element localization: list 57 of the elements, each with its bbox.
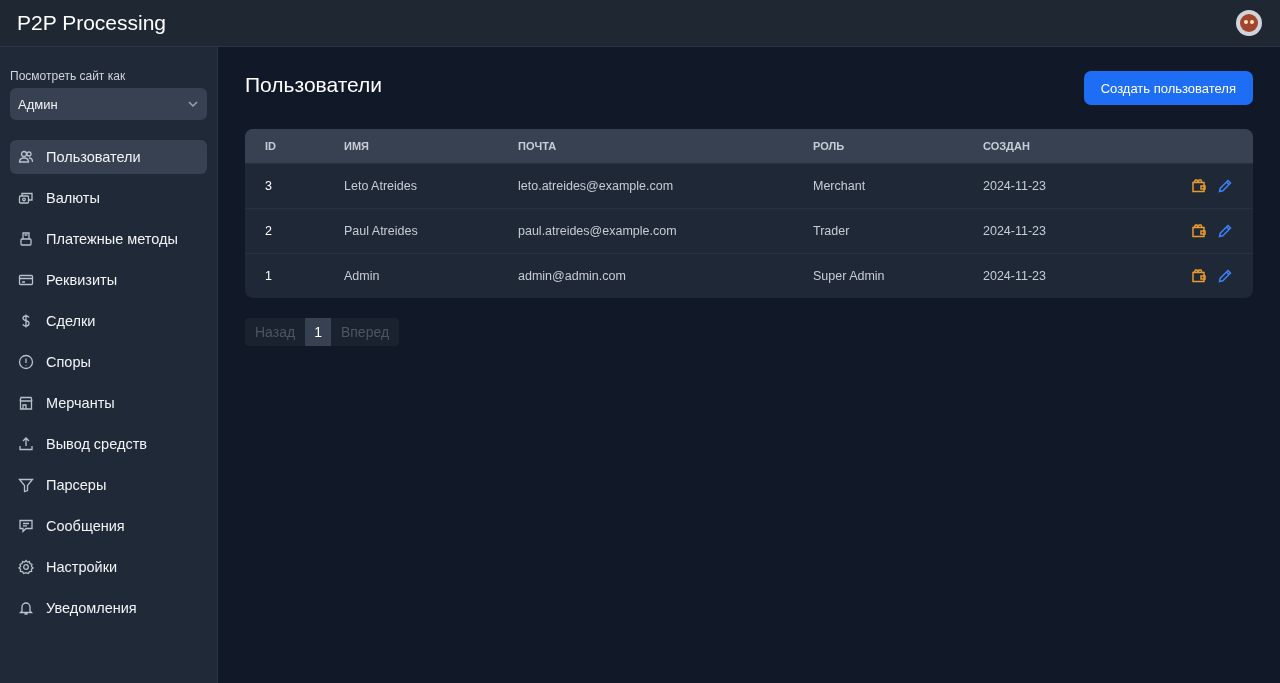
sidebar-item[interactable]: Сделки bbox=[10, 304, 207, 338]
create-user-button[interactable]: Создать пользователя bbox=[1083, 71, 1253, 105]
table-cell-text: Admin bbox=[344, 269, 381, 283]
register-icon bbox=[18, 231, 34, 247]
page-number-button[interactable]: 1 bbox=[305, 318, 331, 346]
table-cell-text: Paul Atreides bbox=[344, 224, 419, 238]
pencil-icon[interactable] bbox=[1217, 268, 1233, 284]
sidebar-item[interactable]: Пользователи bbox=[10, 140, 207, 174]
gear-icon bbox=[18, 559, 34, 575]
table-cell-text: 2024-11-23 bbox=[983, 224, 1047, 238]
column-header: ID bbox=[265, 140, 277, 152]
table-cell-text: 1 bbox=[265, 269, 273, 283]
sidebar-item[interactable]: Платежные методы bbox=[10, 222, 207, 256]
table-cell-text: admin@admin.com bbox=[518, 269, 627, 283]
upload-icon bbox=[18, 436, 34, 452]
sidebar-item[interactable]: Реквизиты bbox=[10, 263, 207, 297]
avatar-icon[interactable] bbox=[1235, 9, 1263, 37]
page-title: Пользователи bbox=[245, 73, 383, 98]
table-cell-text: Super Admin bbox=[813, 269, 886, 283]
view-as-select[interactable]: Админ bbox=[10, 88, 207, 120]
sidebar-item[interactable]: Споры bbox=[10, 345, 207, 379]
table-cell-text: 2024-11-23 bbox=[983, 179, 1047, 193]
bell-icon bbox=[18, 600, 34, 616]
pencil-icon[interactable] bbox=[1217, 223, 1233, 239]
sidebar-item[interactable]: Парсеры bbox=[10, 468, 207, 502]
column-header: СОЗДАН bbox=[983, 140, 1031, 152]
table-cell-text: Trader bbox=[813, 224, 851, 238]
chevron-down-icon bbox=[187, 98, 199, 110]
column-header: РОЛЬ bbox=[813, 140, 846, 152]
table-cell-text: 3 bbox=[265, 179, 273, 193]
store-icon bbox=[18, 395, 34, 411]
sidebar-item[interactable]: Сообщения bbox=[10, 509, 207, 543]
sidebar-item[interactable]: Настройки bbox=[10, 550, 207, 584]
column-header: ПОЧТА bbox=[518, 140, 558, 152]
table-cell-text: leto.atreides@example.com bbox=[518, 179, 675, 193]
wallet-icon[interactable] bbox=[1191, 268, 1207, 284]
cash-icon bbox=[18, 190, 34, 206]
pencil-icon[interactable] bbox=[1217, 178, 1233, 194]
wallet-icon[interactable] bbox=[1191, 223, 1207, 239]
alert-icon bbox=[18, 354, 34, 370]
table-cell-text: paul.atreides@example.com bbox=[518, 224, 678, 238]
sidebar-item[interactable]: Вывод средств bbox=[10, 427, 207, 461]
sidebar-item[interactable]: Валюты bbox=[10, 181, 207, 215]
chat-icon bbox=[18, 518, 34, 534]
sidebar-item[interactable]: Мерчанты bbox=[10, 386, 207, 420]
users-icon bbox=[18, 149, 34, 165]
table-cell-text: Merchant bbox=[813, 179, 867, 193]
table-cell-text: 2 bbox=[265, 224, 273, 238]
card-icon bbox=[18, 272, 34, 288]
table-cell-text: Leto Atreides bbox=[344, 179, 418, 193]
view-as-label: Посмотреть сайт как bbox=[10, 69, 127, 83]
filter-icon bbox=[18, 477, 34, 493]
wallet-icon[interactable] bbox=[1191, 178, 1207, 194]
app-title: P2P Processing bbox=[17, 11, 167, 35]
sidebar-item[interactable]: Уведомления bbox=[10, 591, 207, 625]
column-header: ИМЯ bbox=[344, 140, 370, 152]
table-cell-text: 2024-11-23 bbox=[983, 269, 1047, 283]
